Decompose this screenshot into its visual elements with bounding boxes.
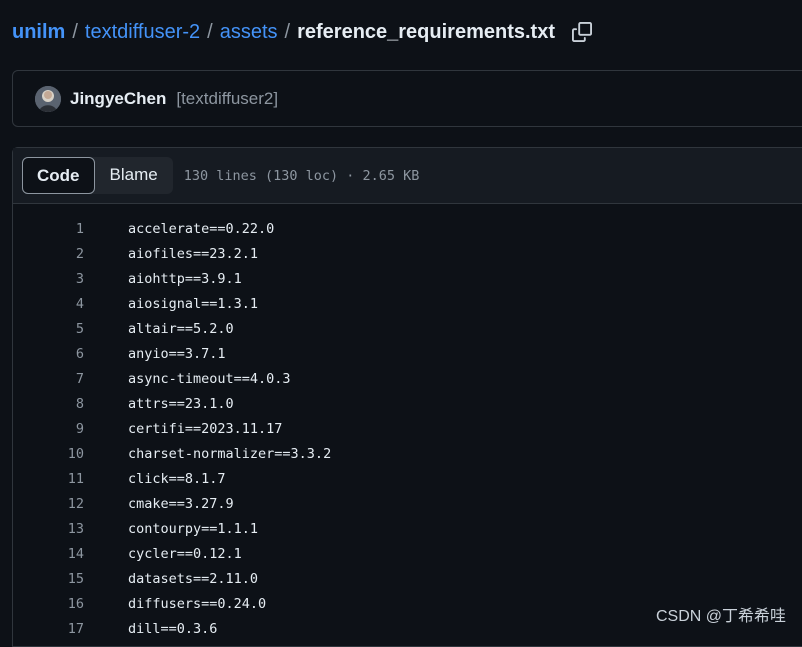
breadcrumb-separator: / xyxy=(72,18,78,46)
line-content: charset-normalizer==3.3.2 xyxy=(128,446,331,462)
code-line: 6 anyio==3.7.1 xyxy=(13,341,802,366)
line-number[interactable]: 5 xyxy=(13,321,84,337)
breadcrumb: unilm / textdiffuser-2 / assets / refere… xyxy=(12,18,593,46)
code-line: 1 accelerate==0.22.0 xyxy=(13,216,802,241)
watermark: CSDN @丁希希哇 xyxy=(656,602,786,626)
line-content: diffusers==0.24.0 xyxy=(128,596,266,612)
line-content: altair==5.2.0 xyxy=(128,321,234,337)
line-number[interactable]: 7 xyxy=(13,371,84,387)
line-number[interactable]: 15 xyxy=(13,571,84,587)
code-view-button[interactable]: Code xyxy=(22,157,95,194)
breadcrumb-folder-link[interactable]: textdiffuser-2 xyxy=(85,18,200,46)
line-number[interactable]: 12 xyxy=(13,496,84,512)
copy-path-button[interactable] xyxy=(571,21,593,43)
line-number[interactable]: 4 xyxy=(13,296,84,312)
line-content: attrs==23.1.0 xyxy=(128,396,234,412)
breadcrumb-separator: / xyxy=(285,18,291,46)
line-number[interactable]: 8 xyxy=(13,396,84,412)
line-number[interactable]: 10 xyxy=(13,446,84,462)
code-line: 3 aiohttp==3.9.1 xyxy=(13,266,802,291)
code-line: 2 aiofiles==23.2.1 xyxy=(13,241,802,266)
copy-icon xyxy=(572,22,592,42)
file-viewer: Code Blame 130 lines (130 loc) · 2.65 KB… xyxy=(12,147,802,647)
line-number[interactable]: 3 xyxy=(13,271,84,287)
line-number[interactable]: 6 xyxy=(13,346,84,362)
breadcrumb-current-file: reference_requirements.txt xyxy=(297,18,555,46)
code-line: 7 async-timeout==4.0.3 xyxy=(13,366,802,391)
commit-author-link[interactable]: JingyeChen xyxy=(70,89,166,109)
breadcrumb-subfolder-link[interactable]: assets xyxy=(220,18,278,46)
line-content: certifi==2023.11.17 xyxy=(128,421,282,437)
line-content: aiofiles==23.2.1 xyxy=(128,246,258,262)
line-content: aiosignal==1.3.1 xyxy=(128,296,258,312)
line-number[interactable]: 14 xyxy=(13,546,84,562)
view-toggle: Code Blame xyxy=(22,157,173,194)
line-number[interactable]: 2 xyxy=(13,246,84,262)
line-content: click==8.1.7 xyxy=(128,471,226,487)
line-number[interactable]: 9 xyxy=(13,421,84,437)
file-header: Code Blame 130 lines (130 loc) · 2.65 KB xyxy=(13,148,802,204)
avatar[interactable] xyxy=(35,86,61,112)
code-line: 9 certifi==2023.11.17 xyxy=(13,416,802,441)
file-meta-info: 130 lines (130 loc) · 2.65 KB xyxy=(184,168,420,184)
line-content: anyio==3.7.1 xyxy=(128,346,226,362)
line-number[interactable]: 16 xyxy=(13,596,84,612)
code-line: 12 cmake==3.27.9 xyxy=(13,491,802,516)
blame-view-button[interactable]: Blame xyxy=(95,157,173,194)
avatar-image xyxy=(35,86,61,112)
code-line: 8 attrs==23.1.0 xyxy=(13,391,802,416)
line-number[interactable]: 1 xyxy=(13,221,84,237)
line-content: datasets==2.11.0 xyxy=(128,571,258,587)
line-number[interactable]: 13 xyxy=(13,521,84,537)
code-listing: 1 accelerate==0.22.0 2 aiofiles==23.2.1 3 aio… xyxy=(13,204,802,641)
code-line: 4 aiosignal==1.3.1 xyxy=(13,291,802,316)
line-content: dill==0.3.6 xyxy=(128,621,217,637)
code-line: 15 datasets==2.11.0 xyxy=(13,566,802,591)
line-number[interactable]: 11 xyxy=(13,471,84,487)
code-line: 11 click==8.1.7 xyxy=(13,466,802,491)
latest-commit-box: JingyeChen [textdiffuser2] xyxy=(12,70,802,127)
line-content: async-timeout==4.0.3 xyxy=(128,371,291,387)
line-number[interactable]: 17 xyxy=(13,621,84,637)
code-line: 14 cycler==0.12.1 xyxy=(13,541,802,566)
line-content: contourpy==1.1.1 xyxy=(128,521,258,537)
breadcrumb-repo-link[interactable]: unilm xyxy=(12,18,65,46)
line-content: cycler==0.12.1 xyxy=(128,546,242,562)
code-line: 13 contourpy==1.1.1 xyxy=(13,516,802,541)
line-content: cmake==3.27.9 xyxy=(128,496,234,512)
line-content: accelerate==0.22.0 xyxy=(128,221,274,237)
commit-message[interactable]: [textdiffuser2] xyxy=(176,89,278,109)
line-content: aiohttp==3.9.1 xyxy=(128,271,242,287)
code-line: 5 altair==5.2.0 xyxy=(13,316,802,341)
breadcrumb-separator: / xyxy=(207,18,213,46)
code-line: 10 charset-normalizer==3.3.2 xyxy=(13,441,802,466)
